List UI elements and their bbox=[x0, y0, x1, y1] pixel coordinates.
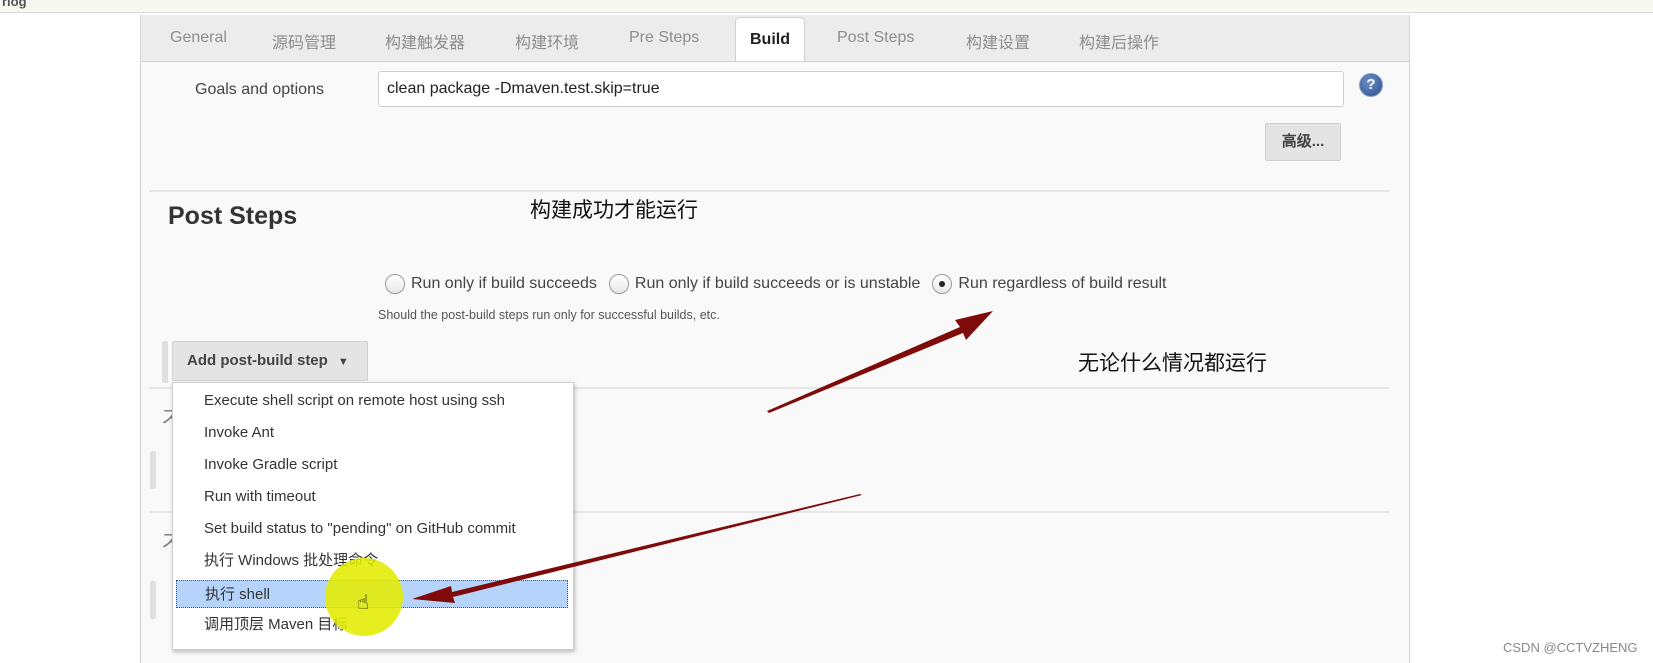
watermark: CSDN @CCTVZHENG bbox=[1503, 640, 1638, 655]
annotation-arrow-to-regardless bbox=[767, 311, 993, 413]
annotation-arrows bbox=[412, 311, 993, 603]
annotation-arrow-to-execute-shell bbox=[412, 494, 862, 603]
